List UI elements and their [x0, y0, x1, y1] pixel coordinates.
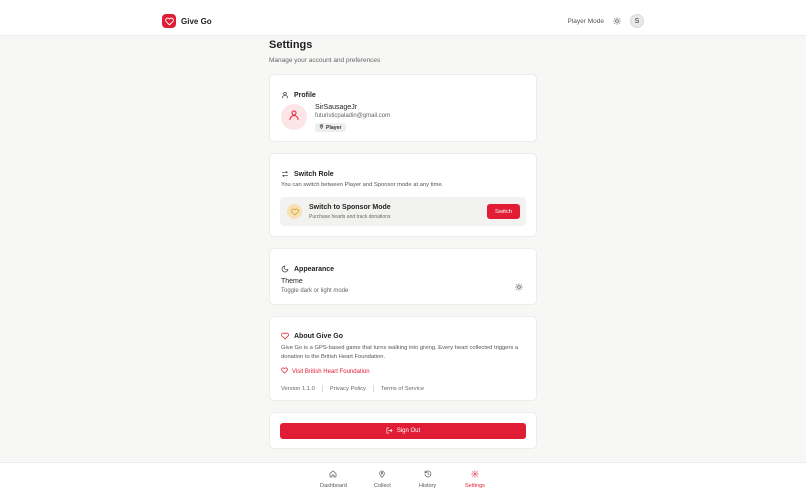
role-badge-label: Player	[326, 124, 342, 131]
nav-label: Settings	[465, 483, 485, 489]
profile-card: Profile SirSausageJr futuristicpaladin@g…	[269, 74, 537, 142]
nav-item-collect[interactable]: Collect	[374, 470, 391, 489]
privacy-policy-link[interactable]: Privacy Policy	[330, 386, 366, 392]
about-description: Give Go is a GPS-based game that turns w…	[281, 345, 519, 360]
switch-button[interactable]: Switch	[487, 204, 520, 219]
moon-icon	[281, 260, 289, 278]
sign-out-button[interactable]: Sign Out	[280, 423, 526, 439]
about-meta: Version 1.1.0 Privacy Policy Terms of Se…	[281, 385, 424, 392]
sun-icon[interactable]	[612, 16, 622, 26]
nav-item-history[interactable]: History	[419, 470, 436, 489]
sponsor-mode-subtitle: Purchase hearts and track donations	[309, 214, 391, 220]
theme-subtitle: Toggle dark or light mode	[281, 288, 349, 294]
nav-label: Collect	[374, 483, 391, 489]
bottom-nav: Dashboard Collect History Settings	[0, 462, 806, 493]
user-avatar[interactable]: S	[630, 14, 644, 28]
gear-icon	[471, 470, 479, 480]
switch-role-card: Switch Role You can switch between Playe…	[269, 153, 537, 237]
app-name: Give Go	[181, 16, 212, 26]
logout-icon	[386, 427, 393, 436]
heart-logo-icon	[162, 14, 176, 28]
sponsor-mode-option: Switch to Sponsor Mode Purchase hearts a…	[280, 197, 526, 226]
heart-icon	[281, 327, 289, 345]
switch-role-title: Switch Role	[294, 170, 334, 178]
page-header: Settings Manage your account and prefere…	[269, 38, 537, 64]
page-subtitle: Manage your account and preferences	[269, 57, 381, 64]
home-icon	[329, 470, 337, 480]
visit-bhf-label: Visit British Heart Foundation	[292, 368, 370, 375]
history-icon	[424, 470, 432, 480]
nav-item-settings[interactable]: Settings	[465, 470, 485, 489]
user-icon	[288, 108, 300, 126]
terms-of-service-link[interactable]: Terms of Service	[381, 386, 424, 392]
profile-username: SirSausageJr	[315, 104, 358, 111]
profile-avatar	[281, 104, 307, 130]
profile-title: Profile	[294, 91, 316, 99]
brand[interactable]: Give Go	[162, 14, 212, 28]
about-card: About Give Go Give Go is a GPS-based gam…	[269, 316, 537, 401]
appearance-card: Appearance Theme Toggle dark or light mo…	[269, 248, 537, 305]
heart-icon	[281, 367, 288, 376]
theme-label: Theme	[281, 278, 303, 285]
top-header: Give Go Player Mode S	[0, 0, 806, 36]
about-title: About Give Go	[294, 332, 343, 340]
swap-icon	[281, 165, 289, 183]
mode-label: Player Mode	[567, 17, 605, 25]
sponsor-mode-title: Switch to Sponsor Mode	[309, 204, 391, 211]
map-pin-icon	[378, 470, 386, 480]
heart-icon	[287, 204, 302, 219]
sign-out-label: Sign Out	[396, 428, 421, 434]
nav-item-dashboard[interactable]: Dashboard	[320, 470, 347, 489]
user-icon	[281, 86, 289, 104]
sign-out-card: Sign Out	[269, 412, 537, 449]
role-badge: Player	[315, 123, 346, 132]
profile-email: futuristicpaladin@gmail.com	[315, 113, 391, 119]
theme-toggle-sun-icon[interactable]	[514, 282, 523, 291]
nav-label: Dashboard	[320, 483, 347, 489]
version-label: Version 1.1.0	[281, 385, 315, 392]
nav-label: History	[419, 483, 437, 489]
visit-bhf-link[interactable]: Visit British Heart Foundation	[281, 367, 370, 376]
switch-role-description: You can switch between Player and Sponso…	[281, 182, 444, 188]
divider	[372, 385, 374, 392]
divider	[321, 385, 323, 392]
appearance-title: Appearance	[294, 265, 335, 273]
map-pin-icon	[319, 124, 324, 131]
page-title: Settings	[269, 39, 313, 51]
